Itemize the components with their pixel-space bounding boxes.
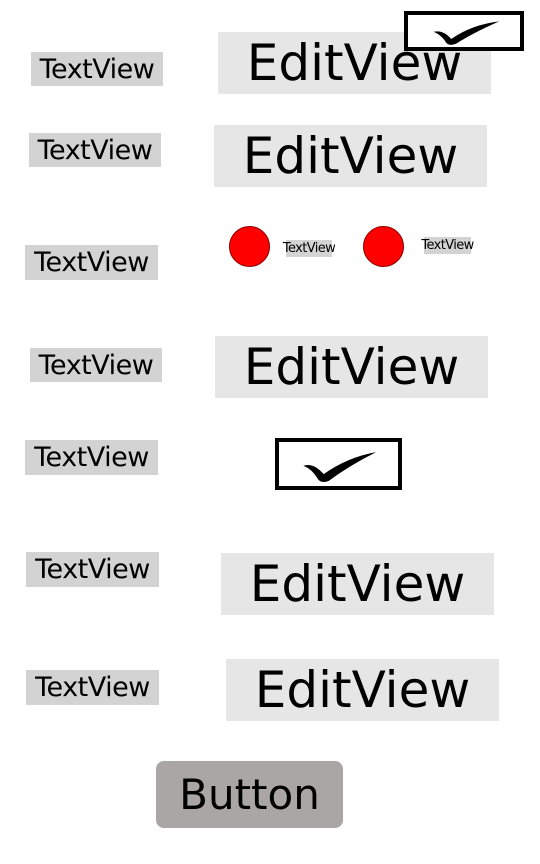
textview-label: TextView — [25, 440, 158, 475]
edit-view-input[interactable] — [226, 659, 499, 721]
textview-label: TextView — [25, 245, 158, 280]
textview-label: TextView — [30, 348, 162, 382]
textview-label: TextView — [26, 552, 159, 587]
edit-view-field[interactable] — [226, 659, 499, 721]
textview-label: TextView — [29, 133, 161, 167]
edit-view-field[interactable] — [215, 336, 488, 398]
checkmark-icon — [433, 21, 500, 45]
edit-view-input[interactable] — [215, 336, 488, 398]
textview-label: TextView — [26, 670, 159, 705]
edit-view-field[interactable] — [214, 125, 487, 187]
checkmark-icon — [303, 452, 377, 483]
radio-button[interactable] — [363, 226, 404, 267]
checkbox-top[interactable] — [404, 11, 524, 51]
edit-view-input[interactable] — [221, 553, 494, 615]
primary-button[interactable]: Button — [156, 761, 343, 828]
textview-label: TextView — [31, 52, 163, 86]
radio-button[interactable] — [229, 226, 270, 267]
radio-label: TextView — [421, 237, 474, 254]
edit-view-input[interactable] — [214, 125, 487, 187]
checkbox-middle[interactable] — [275, 438, 402, 490]
edit-view-field[interactable] — [221, 553, 494, 615]
radio-label: TextView — [282, 240, 336, 257]
